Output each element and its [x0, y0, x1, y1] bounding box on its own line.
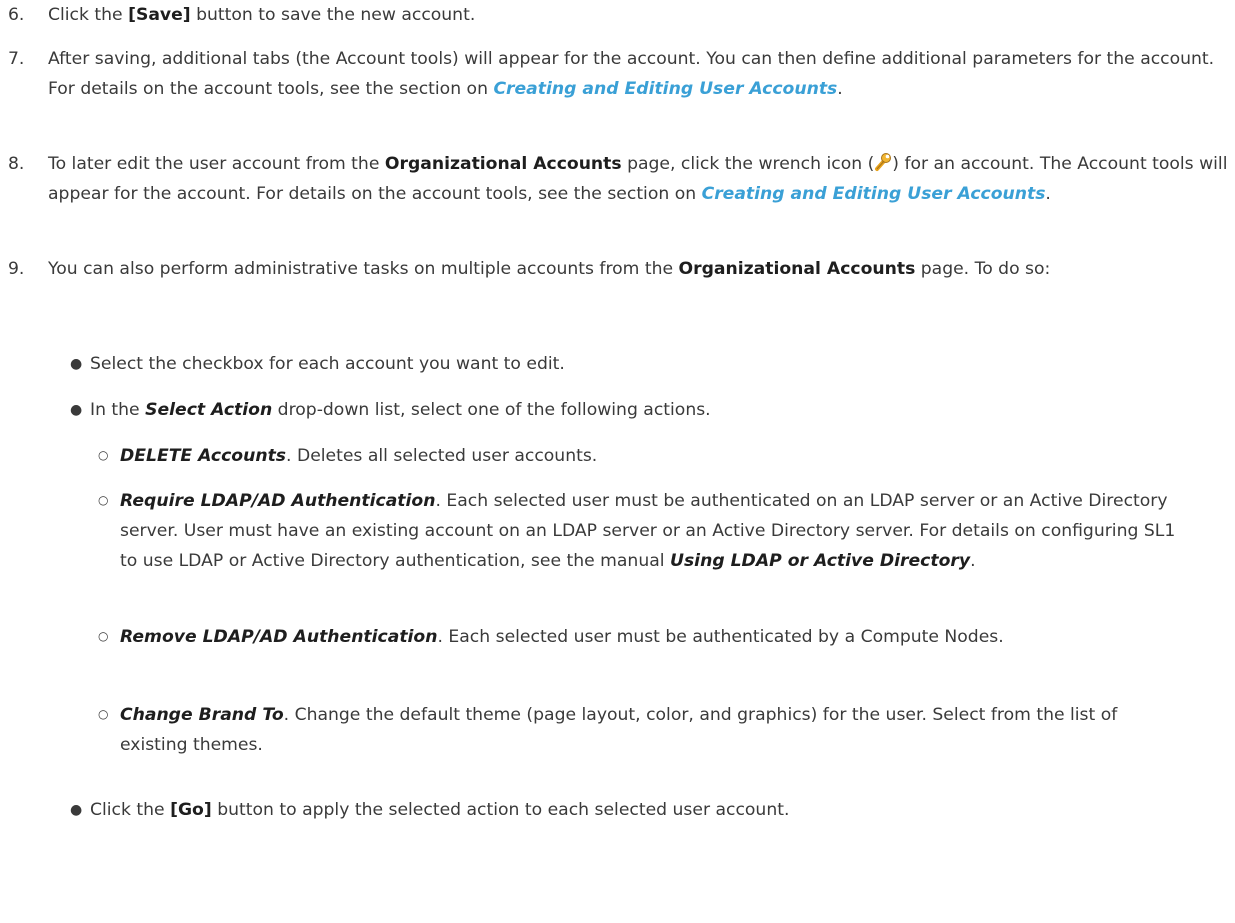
sub-bullet-icon: ○ [98, 707, 109, 721]
step-number: 9. [8, 259, 25, 279]
wrench-icon [874, 152, 892, 172]
step-text: To later edit the user account from the … [48, 152, 1228, 204]
go-button-label: [Go] [170, 800, 212, 820]
save-button-label: [Save] [128, 5, 191, 25]
step-number: 7. [8, 49, 25, 69]
list-item: ● Click the [Go] button to apply the sel… [70, 795, 1170, 825]
step-number: 8. [8, 154, 25, 174]
sub-bullet-icon: ○ [98, 629, 109, 643]
step-text: You can also perform administrative task… [48, 259, 1051, 279]
sub-bullet-icon: ○ [98, 493, 109, 507]
creating-editing-user-accounts-link[interactable]: Creating and Editing User Accounts [493, 79, 837, 99]
bullet-icon: ● [70, 402, 83, 418]
page-name: Organizational Accounts [384, 154, 622, 174]
select-action-label: Select Action [145, 400, 273, 420]
step-number: 6. [8, 5, 25, 25]
step-text: Click the [Save] button to save the new … [48, 5, 476, 25]
bullet-icon: ● [70, 356, 83, 372]
step-text: After saving, additional tabs (the Accou… [48, 49, 1215, 99]
list-item: ● Select the checkbox for each account y… [70, 349, 1170, 379]
bullet-icon: ● [70, 802, 83, 818]
page-name: Organizational Accounts [678, 259, 916, 279]
creating-editing-user-accounts-link[interactable]: Creating and Editing User Accounts [702, 184, 1046, 204]
manual-title: Using LDAP or Active Directory [670, 551, 971, 571]
sub-bullet-icon: ○ [98, 448, 109, 462]
list-item: ● In the Select Action drop-down list, s… [70, 395, 1170, 425]
